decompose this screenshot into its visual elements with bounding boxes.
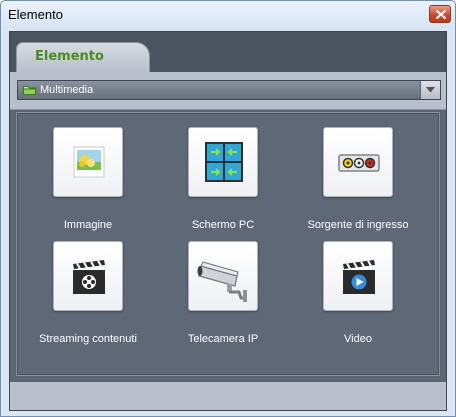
image-icon: [73, 146, 105, 178]
streaming-icon: [73, 260, 105, 294]
title-bar[interactable]: Elemento: [1, 1, 455, 29]
tab-strip: Elemento: [10, 32, 446, 72]
pc-screen-icon: [205, 142, 243, 182]
dropdown-selected-value: Multimedia: [40, 84, 94, 96]
folder-icon: [23, 86, 36, 95]
item-label: Telecamera IP: [187, 333, 259, 345]
item-tile[interactable]: [53, 241, 123, 311]
client-area: Elemento Multimedia Immagine Schermo PC …: [9, 31, 447, 411]
ip-camera-icon: [197, 261, 247, 302]
item-tile[interactable]: [53, 127, 123, 197]
item-video[interactable]: Video: [303, 241, 413, 353]
item-label: Immagine: [63, 219, 113, 231]
close-icon: [436, 10, 446, 19]
tab-elemento[interactable]: Elemento: [16, 42, 150, 72]
video-icon: [343, 260, 375, 294]
item-tile[interactable]: [188, 127, 258, 197]
item-sorgente-di-ingresso[interactable]: Sorgente di ingresso: [303, 127, 413, 239]
item-label: Video: [344, 333, 372, 345]
item-label: Sorgente di ingresso: [307, 219, 409, 231]
item-immagine[interactable]: Immagine: [33, 127, 143, 239]
dropdown-arrow-button[interactable]: [420, 81, 440, 99]
close-button[interactable]: [429, 5, 451, 23]
items-grid: Immagine Schermo PC Sorgente di ingresso…: [16, 112, 440, 376]
item-tile[interactable]: [188, 241, 258, 311]
item-label: Schermo PC: [191, 219, 255, 231]
tab-label: Elemento: [35, 49, 104, 64]
item-telecamera-ip[interactable]: Telecamera IP: [168, 241, 278, 353]
item-tile[interactable]: [323, 127, 393, 197]
item-tile[interactable]: [323, 241, 393, 311]
window-title: Elemento: [8, 7, 63, 22]
item-schermo-pc[interactable]: Schermo PC: [168, 127, 278, 239]
chevron-down-icon: [426, 87, 435, 93]
bottom-strip: [10, 382, 446, 410]
input-source-icon: [338, 154, 380, 172]
category-dropdown[interactable]: Multimedia: [17, 80, 441, 100]
element-window: Elemento Elemento Multimedia Immagine Sc…: [0, 0, 456, 417]
item-label: Streaming contenuti: [39, 333, 137, 345]
item-streaming-contenuti[interactable]: Streaming contenuti: [33, 241, 143, 353]
